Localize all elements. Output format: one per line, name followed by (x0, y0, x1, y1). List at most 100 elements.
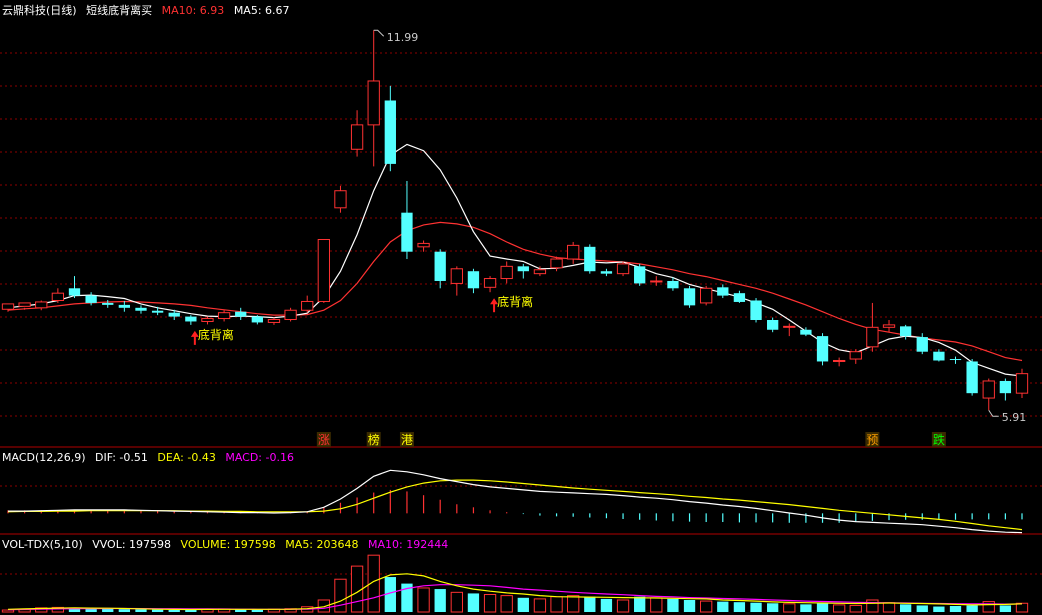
dif-line (8, 469, 1023, 534)
candle-up (533, 269, 547, 275)
volume-bar-down (434, 589, 446, 612)
candle-down (767, 320, 779, 330)
low-price-label: 5.91 (1002, 411, 1027, 424)
candle-up (350, 124, 364, 150)
volume-bar-up (334, 578, 347, 613)
volume-bar-down (600, 598, 613, 612)
volume-bar-down (584, 596, 596, 612)
volume-bar-up (417, 587, 430, 613)
low-pointer (988, 409, 999, 417)
volume-bar-down (634, 596, 646, 612)
volume-bar-up (650, 597, 663, 613)
candle-down (634, 266, 646, 284)
chart-canvas[interactable]: 11.995.91底背离底背离涨榜港预跌 (0, 0, 1042, 615)
candle-down (800, 329, 812, 335)
volume-bar-up (567, 595, 580, 613)
volume-bar-down (667, 598, 679, 612)
candle-down (916, 337, 928, 352)
candle-down (251, 316, 263, 323)
candle-down (102, 302, 114, 305)
candle-up (483, 278, 497, 288)
event-marker: 跌 (933, 432, 945, 447)
candle-up (284, 309, 297, 321)
candle-down (717, 287, 729, 296)
candle-down (933, 351, 945, 361)
volume-bar-down (750, 602, 762, 612)
candle-up (51, 292, 65, 301)
candle-up (849, 351, 862, 360)
candle-down (600, 271, 613, 274)
candle-up (616, 263, 630, 275)
high-pointer (373, 29, 385, 37)
volume-bar-up (783, 603, 796, 613)
candle-up (700, 287, 713, 304)
candle-down (401, 212, 413, 252)
signal-label: 底背离 (497, 294, 533, 309)
candle-up (832, 359, 846, 362)
candle-up (567, 244, 580, 260)
candle-down (168, 312, 180, 317)
volume-bar-up (450, 591, 463, 613)
candle-up (500, 265, 513, 280)
stock-chart-window: { "header": { "title": "云鼎科技(日线)", "indi… (0, 0, 1042, 615)
candle-up (982, 380, 995, 399)
volume-bar-down (949, 605, 962, 612)
event-marker: 涨 (318, 432, 330, 447)
event-marker: 港 (401, 433, 413, 447)
candle-down (384, 100, 396, 164)
volume-bar-down (717, 601, 729, 612)
candle-down (816, 336, 829, 362)
candle-down (151, 310, 164, 313)
candle-up (783, 325, 796, 328)
volume-bar-up (483, 594, 497, 613)
candle-down (999, 380, 1012, 394)
volume-bar-down (251, 609, 263, 612)
candle-down (683, 288, 696, 306)
volume-bar-down (816, 602, 829, 612)
signal-label: 底背离 (198, 327, 234, 342)
candle-down (434, 251, 446, 281)
volume-bar-up (700, 600, 713, 613)
candle-up (317, 239, 330, 302)
event-marker: 预 (866, 433, 878, 447)
volume-bar-down (683, 599, 696, 612)
candle-down (750, 300, 762, 320)
volume-bar-down (767, 603, 779, 612)
candle-up (866, 326, 879, 348)
volume-bar-up (1, 609, 15, 613)
candle-up (267, 319, 281, 323)
candle-down (517, 266, 529, 272)
volume-bar-up (882, 602, 896, 613)
volume-bar-up (616, 599, 630, 613)
candle-up (1015, 373, 1029, 394)
candle-up (334, 190, 347, 209)
volume-bar-up (849, 604, 862, 613)
volume-bar-down (135, 609, 147, 612)
candle-up (650, 280, 663, 283)
candle-up (217, 312, 231, 320)
candle-down (235, 311, 247, 317)
volume-bar-down (733, 602, 746, 612)
candle-up (450, 268, 463, 284)
candle-down (899, 326, 912, 337)
candle-up (201, 318, 214, 322)
volume-bar-down (999, 605, 1012, 612)
candle-up (35, 301, 48, 309)
volume-bar-up (1015, 602, 1029, 613)
candle-down (185, 316, 197, 322)
candle-up (301, 300, 314, 311)
volume-bar-down (517, 597, 529, 612)
candle-up (417, 242, 430, 248)
volume-bar-down (151, 609, 164, 612)
candle-down (667, 280, 679, 289)
volume-bar-up (832, 604, 846, 613)
volume-bar-down (102, 608, 114, 612)
volume-bar-up (533, 598, 547, 613)
volume-bar-up (500, 595, 513, 613)
candle-down (118, 304, 131, 308)
volume-bar-down (899, 604, 912, 612)
candle-down (966, 361, 978, 394)
volume-bar-up (982, 601, 995, 613)
volume-bar-down (467, 593, 480, 612)
volume-bar-down (118, 609, 131, 612)
